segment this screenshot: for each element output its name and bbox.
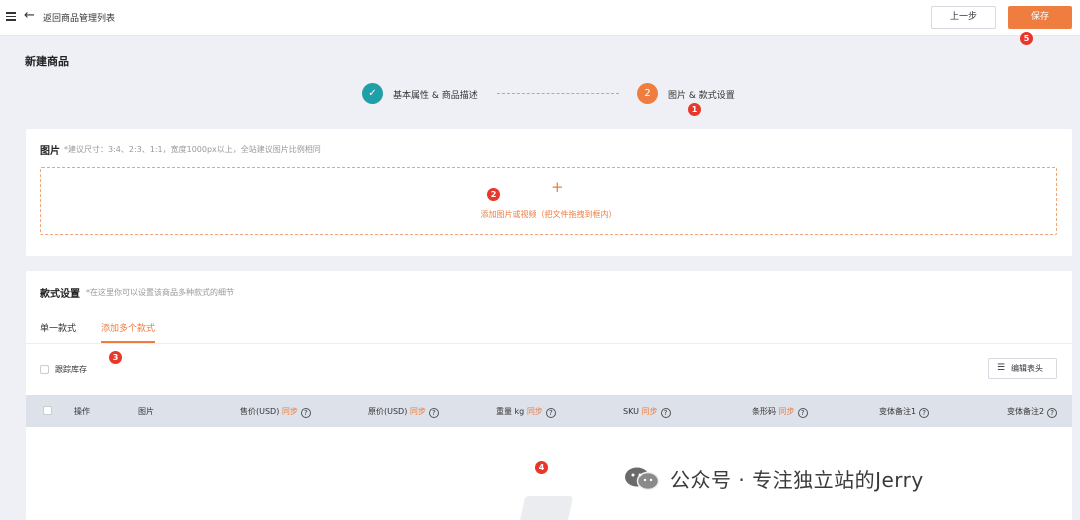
help-icon[interactable]: ? (300, 408, 311, 418)
select-all-checkbox[interactable] (43, 406, 52, 415)
back-to-list-link[interactable]: 返回商品管理列表 (43, 11, 115, 24)
help-icon[interactable]: ? (545, 408, 556, 418)
annotation-marker-3: 3 (109, 351, 122, 364)
annotation-marker-5: 5 (1020, 32, 1033, 45)
top-bar: ← 返回商品管理列表 上一步 保存 (0, 0, 1080, 36)
column-header-actions: 操作 (74, 407, 90, 416)
page-title: 新建商品 (25, 55, 69, 68)
add-icon: + (551, 178, 564, 196)
sync-sku-link[interactable]: 同步 (642, 407, 658, 416)
menu-icon[interactable] (6, 12, 16, 21)
track-inventory-checkbox[interactable] (40, 365, 49, 374)
save-button[interactable]: 保存 (1008, 6, 1072, 29)
annotation-marker-2: 2 (487, 188, 500, 201)
watermark-text: 公众号 · 专注独立站的Jerry (670, 468, 924, 492)
column-header-sku: SKU 同步? (623, 406, 671, 418)
sync-weight-link[interactable]: 同步 (527, 407, 543, 416)
column-header-weight: 重量 kg 同步? (496, 406, 556, 418)
annotation-marker-1: 1 (688, 103, 701, 116)
column-header-variant-note-2: 变体备注2? (1007, 406, 1058, 418)
column-header-price: 售价(USD) 同步? (240, 406, 311, 418)
step-1-check-icon: ✓ (362, 83, 383, 104)
wechat-logo-icon (625, 467, 660, 490)
help-icon[interactable]: ? (797, 408, 808, 418)
empty-state-icon (518, 496, 574, 520)
upload-instruction: 添加图片或视频（把文件拖拽到框内） (480, 210, 617, 219)
variants-hint: *在这里你可以设置该商品多种款式的细节 (86, 288, 234, 297)
sliders-icon: ☰ (997, 363, 1006, 373)
edit-header-label: 编辑表头 (1011, 364, 1043, 373)
back-arrow-icon[interactable]: ← (24, 9, 35, 23)
image-upload-dropzone[interactable]: + 添加图片或视频（把文件拖拽到框内） 2 (40, 167, 1057, 235)
sync-price-link[interactable]: 同步 (282, 407, 298, 416)
tab-multiple-variants[interactable]: 添加多个款式 (101, 321, 155, 334)
step-connector (497, 93, 619, 94)
help-icon[interactable]: ? (660, 408, 671, 418)
column-header-image: 图片 (138, 407, 154, 416)
images-section-title: 图片 (40, 146, 60, 157)
track-inventory-label: 跟踪库存 (55, 365, 87, 374)
sync-original-price-link[interactable]: 同步 (410, 407, 426, 416)
help-icon[interactable]: ? (1047, 408, 1058, 418)
edit-header-button[interactable]: ☰ 编辑表头 (988, 358, 1057, 379)
images-card: 图片 *建议尺寸：3:4、2:3、1:1，宽度1000px以上，全站建议图片比例… (26, 129, 1072, 256)
variants-table-header: 操作 图片 售价(USD) 同步? 原价(USD) 同步? 重量 kg 同步? … (26, 395, 1072, 427)
column-header-barcode: 条形码 同步? (752, 406, 808, 418)
images-size-hint: *建议尺寸：3:4、2:3、1:1，宽度1000px以上，全站建议图片比例相同 (64, 145, 321, 154)
tabs-divider (26, 343, 1072, 344)
annotation-marker-4: 4 (535, 461, 548, 474)
tab-single-variant[interactable]: 单一款式 (40, 321, 76, 334)
variants-section-title: 款式设置 (40, 289, 80, 300)
help-icon[interactable]: ? (919, 408, 930, 418)
help-icon[interactable]: ? (428, 408, 439, 418)
column-header-variant-note-1: 变体备注1? (879, 406, 930, 418)
previous-step-button[interactable]: 上一步 (931, 6, 996, 29)
sync-barcode-link[interactable]: 同步 (779, 407, 795, 416)
column-header-original-price: 原价(USD) 同步? (368, 406, 439, 418)
step-2-number: 2 (637, 83, 658, 104)
step-1-label: 基本属性 & 商品描述 (393, 91, 478, 101)
step-2-label: 图片 & 款式设置 (668, 91, 735, 101)
